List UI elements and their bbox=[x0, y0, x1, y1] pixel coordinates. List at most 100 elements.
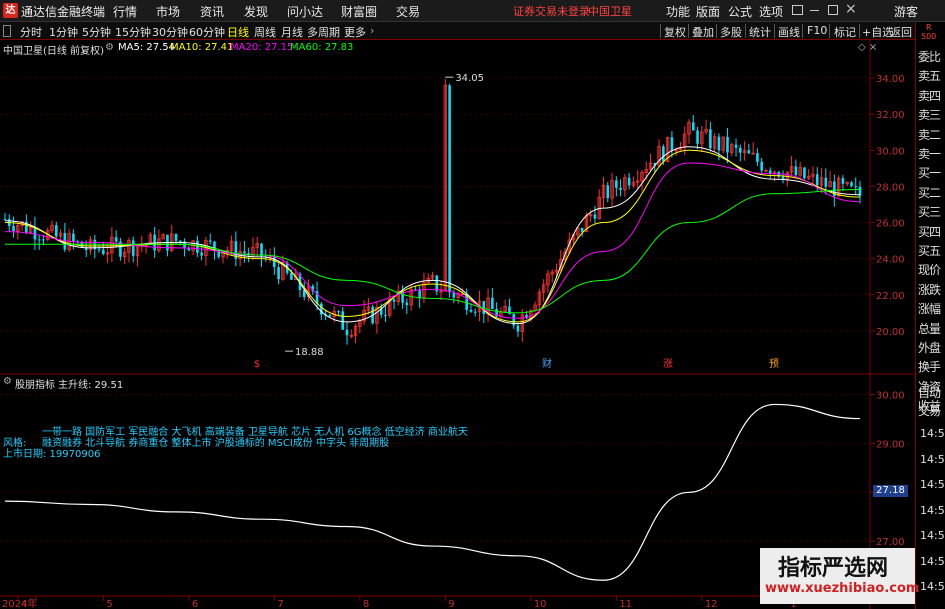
candle-body bbox=[709, 129, 712, 149]
tab-more[interactable]: 更多 bbox=[344, 24, 366, 40]
candle-body bbox=[747, 150, 751, 154]
watermark-url: www.xuezhibiao.com bbox=[765, 581, 920, 596]
tick-time: 14:56 bbox=[920, 503, 945, 517]
tab-multi-period[interactable]: 多周期 bbox=[307, 24, 340, 40]
tab-weekly[interactable]: 周线 bbox=[254, 24, 276, 40]
close-icon[interactable]: × bbox=[845, 1, 857, 17]
btn-back[interactable]: 返回 bbox=[890, 24, 912, 40]
tick-time: 14:56 bbox=[920, 580, 945, 593]
quote-field-7: 买二 bbox=[918, 185, 941, 200]
tab-1min[interactable]: 1分钟 bbox=[49, 24, 78, 40]
candle-body bbox=[384, 314, 387, 316]
maximize-icon[interactable] bbox=[828, 5, 838, 15]
menu-jiaoyi[interactable]: 交易 bbox=[396, 3, 420, 20]
btn-biaoji[interactable]: 标记 bbox=[834, 24, 856, 40]
btn-duogu[interactable]: 多股 bbox=[720, 24, 742, 40]
candle-body bbox=[277, 267, 280, 280]
menu-caifuquan[interactable]: 财富圈 bbox=[341, 3, 377, 20]
app-title: 通达信金融终端 bbox=[21, 5, 106, 19]
tab-daily[interactable]: 日线 bbox=[227, 24, 249, 40]
candle-body bbox=[405, 302, 409, 306]
tab-30min[interactable]: 30分钟 bbox=[152, 24, 188, 40]
tab-monthly[interactable]: 月线 bbox=[281, 24, 303, 40]
tab-60min[interactable]: 60分钟 bbox=[189, 24, 225, 40]
candle-body bbox=[850, 182, 853, 187]
time-tick-label: 2024年 bbox=[2, 597, 37, 609]
logo-icon: 达 bbox=[3, 3, 18, 18]
candle-body bbox=[491, 297, 494, 309]
tick-time: 14:56 bbox=[920, 554, 945, 568]
indicator-line-value: 主升线: 29.51 bbox=[58, 380, 124, 391]
tab-15min[interactable]: 15分钟 bbox=[115, 24, 151, 40]
candle-body bbox=[97, 249, 101, 251]
btn-add-watchlist[interactable]: +自选 bbox=[862, 24, 893, 40]
menu-gongshi[interactable]: 公式 bbox=[728, 3, 752, 20]
tab-fenshi[interactable]: 分时 bbox=[20, 24, 42, 40]
candle-body bbox=[615, 180, 618, 188]
toolbar-toggle-icon[interactable] bbox=[3, 25, 11, 37]
btn-tongji[interactable]: 统计 bbox=[749, 24, 771, 40]
menu-bar: 达 通达信金融终端 行情 市场 资讯 发现 问小达 财富圈 交易 证券交易未登录… bbox=[0, 0, 945, 22]
indicator-name: 股朋指标 bbox=[15, 380, 55, 391]
current-value-tag: 27.18 bbox=[873, 485, 908, 497]
menu-hangqing[interactable]: 行情 bbox=[113, 3, 137, 20]
time-tick-label: 11 bbox=[619, 599, 632, 609]
candle-body bbox=[691, 122, 695, 131]
candle-body bbox=[131, 240, 135, 256]
candle-body bbox=[418, 290, 421, 299]
candle-body bbox=[12, 226, 15, 232]
menu-banmian[interactable]: 版面 bbox=[696, 3, 720, 20]
candle-body bbox=[841, 178, 845, 184]
quote-side-panel: R 500 委比 卖五 卖四 卖三 卖二 卖一 买一 买二 买三 买四 买五 现价 涨跌 涨幅 总量 外盘 换手… bbox=[915, 22, 945, 609]
tick-time: 14:56 bbox=[920, 427, 945, 440]
btn-huaxian[interactable]: 画线 bbox=[778, 24, 800, 40]
candle-body bbox=[55, 225, 58, 237]
menu-faxian[interactable]: 发现 bbox=[244, 3, 268, 20]
candle-body bbox=[320, 303, 323, 315]
price-tick-label: 24.00 bbox=[876, 255, 905, 266]
candle-body bbox=[102, 249, 105, 254]
candle-body bbox=[593, 214, 597, 219]
menu-xuanxiang[interactable]: 选项 bbox=[759, 3, 783, 20]
candle-body bbox=[854, 186, 858, 188]
menu-shichang[interactable]: 市场 bbox=[156, 3, 180, 20]
menu-wenxiaoda[interactable]: 问小达 bbox=[287, 3, 323, 20]
time-tick-label: 9 bbox=[448, 599, 454, 609]
minimize-icon[interactable] bbox=[810, 10, 819, 11]
time-tick-label: 4 bbox=[21, 599, 27, 609]
price-tick-label: 34.00 bbox=[876, 74, 905, 85]
chevron-right-icon[interactable]: › bbox=[370, 24, 374, 37]
time-tick-label: 8 bbox=[363, 599, 369, 609]
guest-user[interactable]: 游客 bbox=[894, 3, 918, 20]
auto-trade-label-1[interactable]: 自动 bbox=[918, 384, 941, 401]
candle-body bbox=[516, 325, 520, 332]
event-marker: 财 bbox=[542, 357, 552, 370]
quote-field-1: 卖五 bbox=[918, 69, 941, 84]
candle-body bbox=[580, 227, 584, 232]
candle-body bbox=[469, 309, 473, 312]
btn-diejia[interactable]: 叠加 bbox=[692, 24, 714, 40]
candle-body bbox=[815, 174, 819, 186]
btn-f10[interactable]: F10 bbox=[807, 24, 827, 37]
time-tick-label: 6 bbox=[192, 599, 198, 609]
price-tick-label: 20.00 bbox=[876, 327, 905, 338]
candle-body bbox=[174, 233, 178, 241]
candle-body bbox=[243, 251, 246, 254]
indicator-tick-label: 29.00 bbox=[876, 439, 905, 450]
quote-field-6: 买一 bbox=[918, 166, 941, 181]
price-tick-label: 26.00 bbox=[876, 219, 905, 230]
tab-5min[interactable]: 5分钟 bbox=[82, 24, 111, 40]
quote-field-15: 外盘 bbox=[918, 341, 941, 355]
indicator-gear-icon[interactable]: ⚙ bbox=[3, 376, 12, 387]
trade-login-status[interactable]: 证券交易未登录 bbox=[513, 3, 590, 19]
menu-zixun[interactable]: 资讯 bbox=[200, 3, 224, 20]
quote-field-9: 买四 bbox=[918, 224, 941, 239]
candle-body bbox=[328, 314, 332, 317]
time-tick-label: 7 bbox=[277, 599, 283, 609]
tick-time: 14:56 bbox=[920, 529, 945, 542]
menu-gongneng[interactable]: 功能 bbox=[666, 3, 690, 20]
candle-body bbox=[760, 161, 763, 171]
btn-fuquan[interactable]: 复权 bbox=[664, 24, 686, 40]
window-icon[interactable] bbox=[792, 5, 803, 15]
auto-trade-label-2[interactable]: 交易 bbox=[918, 402, 941, 419]
